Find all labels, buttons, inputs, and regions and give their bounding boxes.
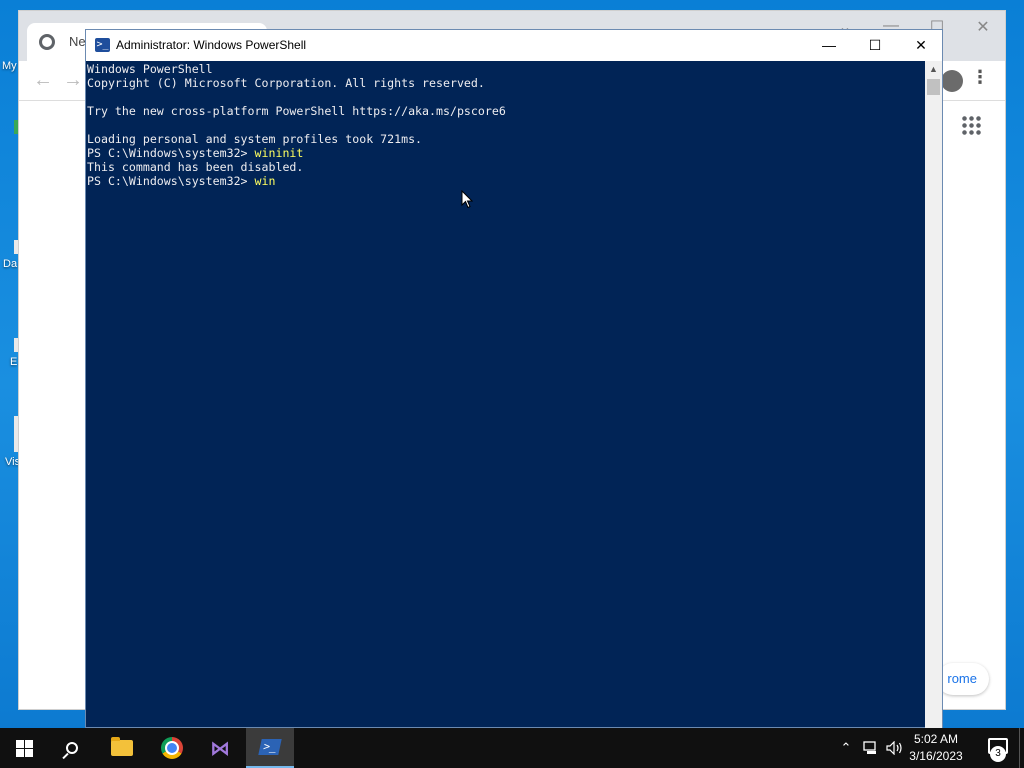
- powershell-window: >_ Administrator: Windows PowerShell — ☐…: [85, 29, 943, 729]
- chrome-close-button[interactable]: ✕: [963, 17, 1003, 37]
- console-line: Copyright (C) Microsoft Corporation. All…: [87, 76, 485, 90]
- console-line: Windows PowerShell: [87, 62, 213, 76]
- console-prompt: PS C:\Windows\system32>: [87, 174, 255, 188]
- scroll-up-arrow-icon[interactable]: ▲: [925, 61, 942, 78]
- show-hidden-icons-button[interactable]: ⌃: [836, 728, 856, 768]
- visual-studio-icon: ⋈: [210, 736, 230, 760]
- scrollbar-thumb[interactable]: [927, 79, 940, 95]
- minimize-button[interactable]: —: [806, 30, 852, 61]
- console-line: This command has been disabled.: [87, 160, 304, 174]
- chrome-icon: [161, 737, 183, 759]
- desktop-icon-label: Da: [3, 258, 18, 270]
- show-desktop-button[interactable]: [1019, 728, 1024, 768]
- console-output[interactable]: Windows PowerShell Copyright (C) Microsof…: [86, 61, 926, 729]
- google-apps-icon[interactable]: [961, 115, 981, 135]
- forward-arrow-icon[interactable]: →: [63, 69, 83, 92]
- powershell-button[interactable]: >_: [246, 728, 294, 768]
- console-prompt: PS C:\Windows\system32>: [87, 146, 255, 160]
- file-explorer-button[interactable]: [98, 728, 146, 768]
- mouse-cursor-icon: [461, 190, 473, 209]
- volume-icon[interactable]: [884, 728, 906, 768]
- search-button[interactable]: [48, 728, 96, 768]
- network-icon[interactable]: [860, 728, 882, 768]
- desktop-icon-label: E: [10, 356, 18, 368]
- folder-icon: [111, 737, 133, 756]
- powershell-title-bar[interactable]: >_ Administrator: Windows PowerShell — ☐…: [86, 30, 942, 61]
- desktop-icon-label: My: [2, 60, 17, 72]
- chrome-menu-icon[interactable]: ⋮: [971, 67, 989, 88]
- chrome-favicon-icon: [39, 34, 55, 50]
- start-button[interactable]: [0, 728, 48, 768]
- powershell-icon[interactable]: >_: [95, 38, 110, 52]
- windows-logo-icon: [15, 739, 33, 757]
- clock-date: 3/16/2023: [909, 749, 963, 763]
- close-button[interactable]: ✕: [898, 30, 944, 61]
- back-arrow-icon[interactable]: ←: [33, 69, 53, 92]
- profile-avatar-icon[interactable]: [941, 70, 963, 92]
- console-line: Try the new cross-platform PowerShell ht…: [87, 104, 506, 118]
- taskbar: ⋈ >_ ⌃ 5:02 AM 3/16/2023 3: [0, 728, 1024, 768]
- window-title: Administrator: Windows PowerShell: [116, 38, 307, 52]
- console-line: Loading personal and system profiles too…: [87, 132, 423, 146]
- console-command: win: [254, 174, 276, 188]
- vertical-scrollbar[interactable]: ▲: [925, 61, 942, 729]
- clock-time: 5:02 AM: [913, 732, 959, 746]
- maximize-button[interactable]: ☐: [852, 30, 898, 61]
- clock[interactable]: 5:02 AM 3/16/2023: [904, 731, 968, 765]
- console-line: PS C:\Windows\system32> win: [87, 174, 925, 188]
- console-command: wininit: [254, 146, 304, 160]
- visual-studio-button[interactable]: ⋈: [196, 728, 244, 768]
- notification-count-badge: 3: [990, 746, 1006, 762]
- console-line: PS C:\Windows\system32> wininit: [87, 146, 925, 160]
- powershell-icon: >_: [258, 739, 282, 755]
- customize-chrome-button[interactable]: rome: [937, 663, 989, 695]
- search-icon: [66, 742, 78, 754]
- chrome-button[interactable]: [148, 728, 196, 768]
